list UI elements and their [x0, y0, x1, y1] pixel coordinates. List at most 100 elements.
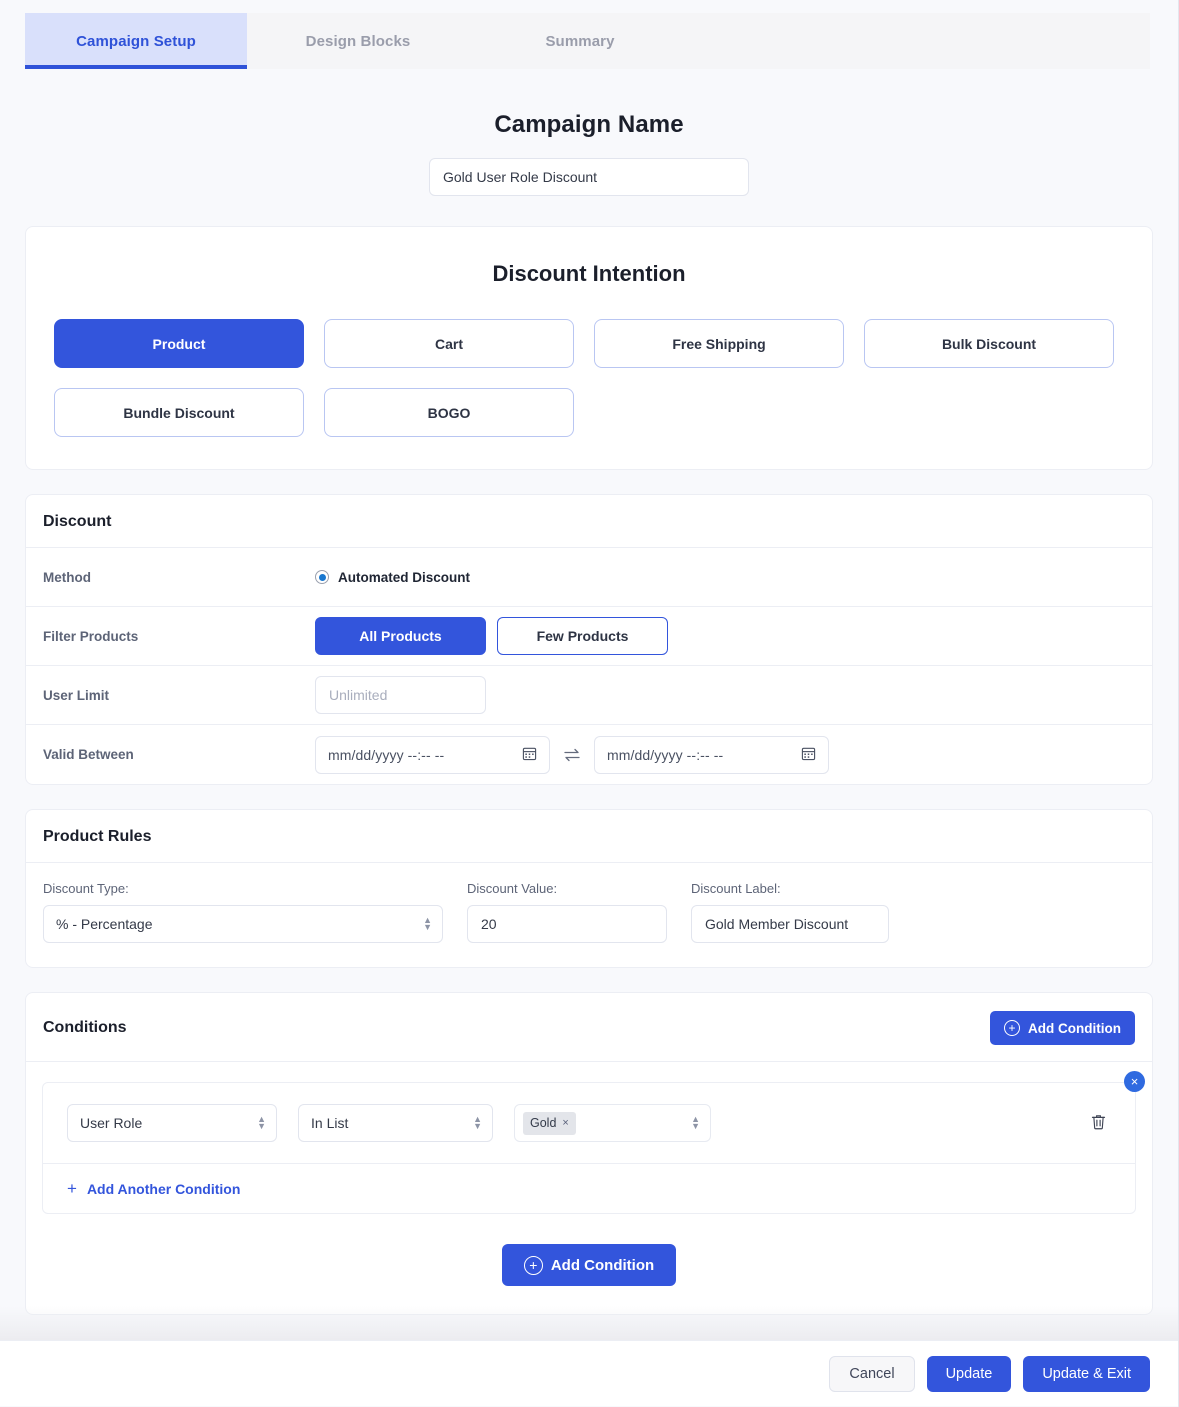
conditions-header: Conditions + Add Condition — [26, 993, 1152, 1062]
delete-condition-button[interactable] — [1086, 1113, 1111, 1134]
intent-option-label: Free Shipping — [672, 335, 766, 352]
user-limit-label: User Limit — [43, 687, 110, 703]
valid-to-placeholder: mm/dd/yyyy --:-- -- — [607, 746, 724, 763]
condition-field-select[interactable]: User Role ▲ ▼ — [67, 1104, 277, 1142]
campaign-name-input[interactable] — [429, 158, 749, 196]
update-label: Update — [945, 1365, 993, 1382]
calendar-icon[interactable] — [522, 746, 537, 764]
tab-design-blocks[interactable]: Design Blocks — [247, 13, 469, 69]
discount-intention-heading: Discount Intention — [492, 261, 686, 286]
update-exit-label: Update & Exit — [1042, 1365, 1131, 1382]
valid-between-label: Valid Between — [43, 747, 134, 762]
discount-value-input[interactable] — [467, 905, 667, 943]
discount-type-label: Discount Type: — [43, 881, 129, 896]
condition-value-multiselect[interactable]: Gold × ▲ ▼ — [514, 1104, 711, 1142]
trash-icon — [1090, 1113, 1107, 1134]
add-condition-header-label: Add Condition — [1028, 1020, 1121, 1036]
intent-option-label: Product — [152, 335, 206, 352]
discount-intention-options: Product Cart Free Shipping Bulk Discount… — [26, 287, 1152, 437]
intent-option-cart[interactable]: Cart — [324, 319, 574, 368]
conditions-card: Conditions + Add Condition × User Role ▲… — [25, 992, 1153, 1315]
add-another-condition-label: Add Another Condition — [86, 1180, 241, 1197]
add-condition-footer-label: Add Condition — [550, 1256, 655, 1274]
plus-icon: + — [67, 1179, 77, 1198]
tab-summary[interactable]: Summary — [469, 13, 691, 69]
discount-value-field: Discount Value: — [467, 881, 667, 943]
user-limit-body — [315, 676, 486, 714]
discount-intention-card: Discount Intention Product Cart Free Shi… — [25, 226, 1153, 470]
plus-circle-icon: + — [523, 1255, 543, 1275]
intent-option-label: BOGO — [427, 404, 471, 421]
calendar-icon[interactable] — [801, 746, 816, 764]
action-footer: Cancel Update Update & Exit — [0, 1340, 1178, 1406]
radio-icon — [315, 570, 329, 584]
tab-campaign-setup[interactable]: Campaign Setup — [25, 13, 247, 69]
filter-products-body: All Products Few Products — [315, 617, 668, 655]
product-rules-title: Product Rules — [43, 828, 152, 845]
discount-type-value: % - Percentage — [56, 916, 153, 932]
intent-option-bundle-discount[interactable]: Bundle Discount — [54, 388, 304, 437]
value-chip-gold[interactable]: Gold × — [523, 1111, 576, 1135]
row-filter-products: Filter Products All Products Few Product… — [26, 607, 1152, 666]
intent-option-free-shipping[interactable]: Free Shipping — [594, 319, 844, 368]
chip-remove-icon[interactable]: × — [562, 1117, 568, 1129]
valid-to-datetime-input[interactable]: mm/dd/yyyy --:-- -- — [594, 735, 829, 774]
page-content: Campaign Name Discount Intention Product… — [0, 69, 1178, 1340]
filter-few-products-label: Few Products — [536, 628, 629, 644]
filter-products-label: Filter Products — [43, 628, 139, 644]
campaign-editor-window: Campaign Setup Design Blocks Summary Cam… — [0, 0, 1179, 1407]
tab-bar: Campaign Setup Design Blocks Summary — [25, 13, 1150, 69]
intent-option-label: Bundle Discount — [123, 404, 235, 421]
method-label: Method — [43, 569, 91, 585]
intent-option-label: Cart — [434, 335, 463, 352]
condition-field-value: User Role — [80, 1115, 143, 1131]
radio-label: Automated Discount — [338, 569, 471, 585]
intent-option-bulk-discount[interactable]: Bulk Discount — [864, 319, 1114, 368]
close-icon: × — [1130, 1074, 1139, 1089]
condition-group: User Role ▲ ▼ In List ▲ ▼ Gold × ▲ ▼ + A… — [42, 1082, 1136, 1214]
filter-all-products-button[interactable]: All Products — [315, 617, 486, 655]
discount-card-header: Discount — [26, 495, 1152, 548]
conditions-title: Conditions — [43, 1019, 127, 1036]
user-limit-input[interactable] — [315, 676, 486, 714]
row-valid-between: Valid Between mm/dd/yyyy --:-- -- mm/dd/… — [26, 725, 1152, 784]
condition-operator-select[interactable]: In List ▲ ▼ — [298, 1104, 493, 1142]
product-rules-body: Discount Type: % - Percentage ▲ ▼ Discoun… — [26, 863, 1152, 967]
condition-group-wrapper: × User Role ▲ ▼ In List ▲ ▼ Gold × ▲ ▼ +… — [42, 1071, 1145, 1214]
discount-label-label: Discount Label: — [691, 881, 781, 896]
discount-type-select[interactable]: % - Percentage ▲ ▼ — [43, 905, 443, 943]
row-user-limit: User Limit — [26, 666, 1152, 725]
valid-from-placeholder: mm/dd/yyyy --:-- -- — [328, 746, 445, 763]
swap-dates-icon[interactable] — [561, 747, 583, 763]
discount-label-input[interactable] — [691, 905, 889, 943]
radio-automated-discount[interactable]: Automated Discount — [315, 570, 470, 585]
campaign-name-field-wrap — [0, 158, 1178, 196]
condition-operator-value: In List — [311, 1115, 349, 1131]
product-rules-card: Product Rules Discount Type: % - Percent… — [25, 809, 1153, 968]
discount-label-field: Discount Label: — [691, 881, 889, 943]
plus-circle-icon: + — [1004, 1020, 1021, 1036]
remove-condition-group-button[interactable]: × — [1124, 1071, 1145, 1092]
intent-option-product[interactable]: Product — [54, 319, 304, 368]
condition-field-wrap: User Role ▲ ▼ — [67, 1104, 277, 1142]
add-condition-header-button[interactable]: + Add Condition — [990, 1011, 1135, 1045]
filter-few-products-button[interactable]: Few Products — [497, 617, 668, 655]
intent-option-bogo[interactable]: BOGO — [324, 388, 574, 437]
tab-label: Summary — [545, 32, 615, 50]
cancel-button[interactable]: Cancel — [829, 1355, 915, 1392]
cancel-label: Cancel — [849, 1365, 895, 1382]
chevron-updown-icon: ▲ ▼ — [473, 1114, 482, 1131]
chevron-updown-icon: ▲ ▼ — [691, 1114, 700, 1131]
update-button[interactable]: Update — [926, 1355, 1012, 1392]
add-another-condition-button[interactable]: + Add Another Condition — [43, 1164, 264, 1213]
method-body: Automated Discount — [315, 570, 470, 585]
condition-value-wrap: Gold × ▲ ▼ — [514, 1104, 711, 1142]
intent-option-label: Bulk Discount — [941, 335, 1037, 352]
filter-all-products-label: All Products — [359, 628, 442, 644]
chip-label: Gold — [530, 1116, 557, 1130]
add-condition-footer-button[interactable]: + Add Condition — [501, 1244, 677, 1286]
chevron-updown-icon: ▲ ▼ — [257, 1114, 266, 1131]
update-and-exit-button[interactable]: Update & Exit — [1023, 1355, 1150, 1392]
tab-label: Design Blocks — [305, 32, 411, 50]
valid-from-datetime-input[interactable]: mm/dd/yyyy --:-- -- — [315, 735, 550, 774]
